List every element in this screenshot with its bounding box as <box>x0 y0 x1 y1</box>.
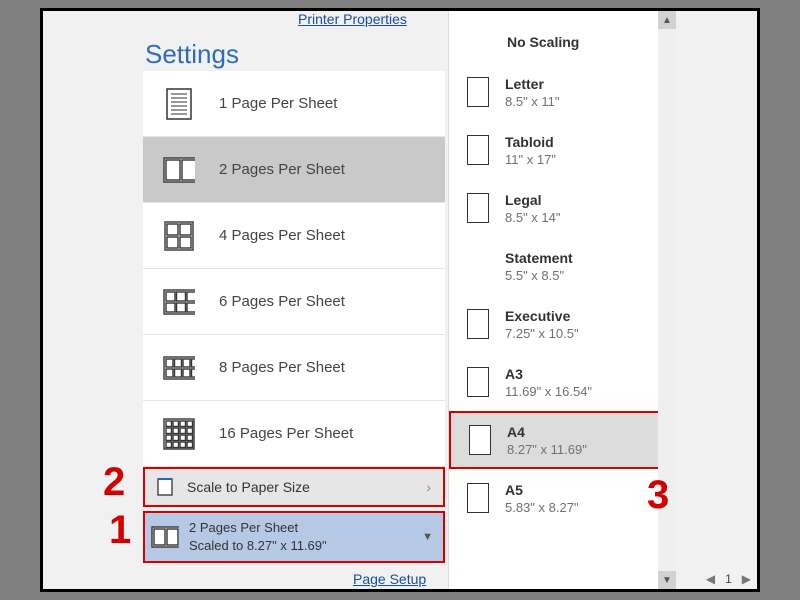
paper-dim: 7.25" x 10.5" <box>505 326 579 341</box>
scroll-up-button[interactable]: ▲ <box>658 11 676 29</box>
page-6-icon <box>163 286 195 318</box>
caret-down-icon: ▼ <box>422 531 433 543</box>
menu-8-pages-per-sheet[interactable]: 8 Pages Per Sheet <box>143 335 445 401</box>
page-16-icon <box>163 418 195 450</box>
page-8-icon <box>163 352 195 384</box>
current-setting-dropdown[interactable]: 2 Pages Per Sheet Scaled to 8.27" x 11.6… <box>143 511 445 563</box>
scale-label: Scale to Paper Size <box>187 479 310 495</box>
paper-dim: 11.69" x 16.54" <box>505 384 592 399</box>
paper-icon <box>469 425 491 455</box>
menu-label: 8 Pages Per Sheet <box>219 359 345 376</box>
current-setting-text: 2 Pages Per Sheet Scaled to 8.27" x 11.6… <box>189 519 327 555</box>
paper-no-scaling[interactable]: No Scaling <box>449 21 676 63</box>
paper-legal[interactable]: Legal 8.5" x 14" <box>449 179 676 237</box>
page-1-icon <box>163 88 195 120</box>
paper-dim: 5.83" x 8.27" <box>505 500 579 515</box>
pages-per-sheet-menu: 1 Page Per Sheet 2 Pages Per Sheet 4 Pag… <box>143 71 445 468</box>
paper-name: Executive <box>505 308 579 324</box>
paper-letter[interactable]: Letter 8.5" x 11" <box>449 63 676 121</box>
menu-label: 16 Pages Per Sheet <box>219 425 353 442</box>
page-2-icon <box>151 523 179 551</box>
paper-icon <box>467 135 489 165</box>
scale-to-paper-size-item[interactable]: Scale to Paper Size › <box>143 467 445 507</box>
page-prev-button[interactable]: ◀ <box>700 572 721 586</box>
paper-dim: 5.5" x 8.5" <box>505 268 573 283</box>
paper-name: A4 <box>507 424 587 440</box>
scroll-down-button[interactable]: ▼ <box>658 571 676 589</box>
page-number: 1 <box>721 572 736 586</box>
paper-size-panel: No Scaling Letter 8.5" x 11" Tabloid 11"… <box>448 11 676 589</box>
settings-heading: Settings <box>145 39 239 70</box>
menu-16-pages-per-sheet[interactable]: 16 Pages Per Sheet <box>143 401 445 467</box>
current-line1: 2 Pages Per Sheet <box>189 519 327 537</box>
page-setup-link[interactable]: Page Setup <box>353 571 426 587</box>
menu-label: 4 Pages Per Sheet <box>219 227 345 244</box>
paper-name: Letter <box>505 76 560 92</box>
callout-1: 1 <box>109 508 131 553</box>
paper-statement[interactable]: Statement 5.5" x 8.5" <box>449 237 676 295</box>
page-2-icon <box>163 154 195 186</box>
paper-name: A5 <box>505 482 579 498</box>
content-area: Printer Properties Settings 1 Page Per S… <box>43 11 757 589</box>
current-line2: Scaled to 8.27" x 11.69" <box>189 537 327 555</box>
paper-dim: 8.27" x 11.69" <box>507 442 587 457</box>
paper-icon <box>467 77 489 107</box>
paper-icon <box>467 367 489 397</box>
paper-a4[interactable]: A4 8.27" x 11.69" <box>449 411 676 469</box>
paper-icon <box>467 483 489 513</box>
menu-4-pages-per-sheet[interactable]: 4 Pages Per Sheet <box>143 203 445 269</box>
paper-icon <box>467 309 489 339</box>
paper-name: Legal <box>505 192 561 208</box>
paper-dim: 11" x 17" <box>505 152 556 167</box>
menu-label: 1 Page Per Sheet <box>219 95 337 112</box>
page-4-icon <box>163 220 195 252</box>
callout-2: 2 <box>103 460 125 505</box>
chevron-right-icon: › <box>426 479 431 495</box>
paper-dim: 8.5" x 11" <box>505 94 560 109</box>
paper-dim: 8.5" x 14" <box>505 210 561 225</box>
page-navigation: ◀ 1 ▶ <box>700 569 757 589</box>
paper-icon <box>467 193 489 223</box>
paper-name: A3 <box>505 366 592 382</box>
menu-1-page-per-sheet[interactable]: 1 Page Per Sheet <box>143 71 445 137</box>
paper-header-label: No Scaling <box>507 34 579 50</box>
paper-name: Tabloid <box>505 134 556 150</box>
menu-2-pages-per-sheet[interactable]: 2 Pages Per Sheet <box>143 137 445 203</box>
paper-a5[interactable]: A5 5.83" x 8.27" <box>449 469 676 527</box>
scale-icon <box>155 477 175 497</box>
paper-name: Statement <box>505 250 573 266</box>
paper-a3[interactable]: A3 11.69" x 16.54" <box>449 353 676 411</box>
callout-3: 3 <box>647 473 669 518</box>
menu-label: 2 Pages Per Sheet <box>219 161 345 178</box>
app-frame: Printer Properties Settings 1 Page Per S… <box>40 8 760 592</box>
page-next-button[interactable]: ▶ <box>736 572 757 586</box>
paper-tabloid[interactable]: Tabloid 11" x 17" <box>449 121 676 179</box>
paper-list: No Scaling Letter 8.5" x 11" Tabloid 11"… <box>449 11 676 527</box>
bottom-panel: Scale to Paper Size › 2 Pages Per Sheet … <box>143 467 445 563</box>
paper-executive[interactable]: Executive 7.25" x 10.5" <box>449 295 676 353</box>
printer-properties-link[interactable]: Printer Properties <box>298 11 407 27</box>
menu-6-pages-per-sheet[interactable]: 6 Pages Per Sheet <box>143 269 445 335</box>
menu-label: 6 Pages Per Sheet <box>219 293 345 310</box>
